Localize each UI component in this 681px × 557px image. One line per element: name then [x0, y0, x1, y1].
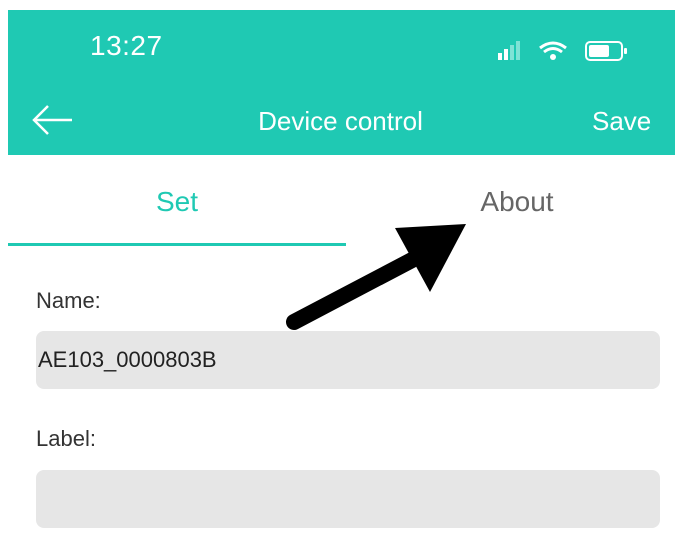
save-button[interactable]: Save [592, 106, 651, 137]
battery-icon [585, 41, 627, 61]
status-bar-icons [490, 36, 640, 66]
label-input[interactable] [36, 470, 660, 528]
cellular-signal-icon [498, 41, 520, 60]
status-bar-time: 13:27 [90, 30, 163, 61]
page-title: Device control [258, 106, 423, 136]
tab-set[interactable]: Set [8, 180, 346, 250]
name-field-label: Name: [36, 288, 101, 313]
name-input[interactable]: AE103_0000803B [36, 331, 660, 389]
tab-about[interactable]: About [348, 180, 681, 250]
wifi-icon [539, 41, 567, 60]
label-field-label: Label: [36, 426, 96, 451]
active-tab-indicator [8, 243, 346, 246]
